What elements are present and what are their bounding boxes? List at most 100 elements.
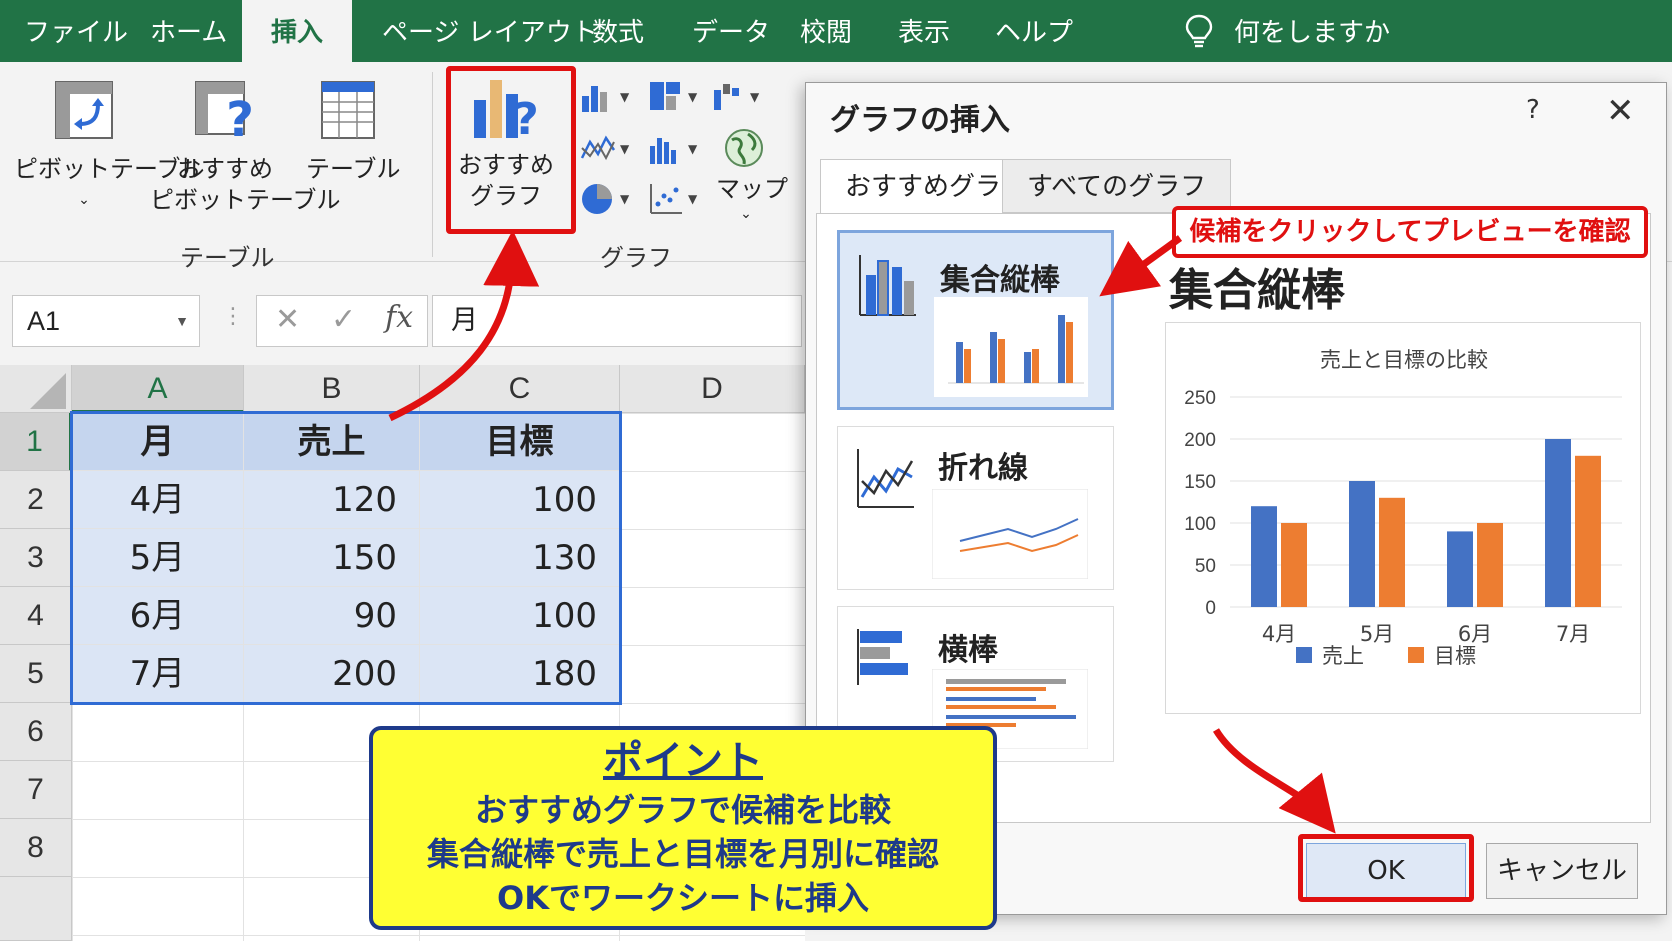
recommended-pivot-icon: ? [195,81,254,148]
clustered-column-icon [859,255,916,316]
row-header-8[interactable]: 8 [0,819,72,877]
svg-text:?: ? [226,92,254,142]
preview-chart-svg: 売上と目標の比較 0 50 100 150 200 250 4月 5月 6月 7月売上 目標 [1184,348,1622,668]
confirm-edit-icon[interactable]: ✓ [331,302,356,337]
ribbon-separator [432,72,433,257]
legend-swatch [1408,647,1424,663]
tab-help[interactable]: ヘルプ [995,0,1073,62]
line-chart-icon [857,449,914,508]
y-tick-label: 250 [1184,388,1216,409]
column-chart-icon[interactable] [580,80,616,114]
statistic-chart-icon[interactable] [648,132,684,166]
chart-option-name: 折れ線 [938,451,1028,486]
bar-売上-7月 [1545,439,1571,607]
row-header-2[interactable]: 2 [0,471,72,529]
map-label: マップ [716,175,788,203]
tab-data[interactable]: データ [692,0,770,62]
x-tick-label: 7月 [1556,622,1590,646]
point-line-3: OKでワークシートに挿入 [496,879,869,917]
tab-insert[interactable]: 挿入 [242,0,352,62]
chart-title: 売上と目標の比較 [1320,348,1488,372]
recommended-pivot-label-1: おすすめ [177,155,273,183]
row-header-4[interactable]: 4 [0,587,72,645]
pivot-table-button[interactable]: ピボットテーブル ⌄ [14,80,205,216]
y-tick-label: 0 [1205,598,1216,619]
y-tick-label: 150 [1184,472,1216,493]
bar-目標-6月 [1477,523,1503,607]
tab-review[interactable]: 校閲 [800,0,852,62]
x-tick-label: 5月 [1360,622,1394,646]
chevron-down-icon[interactable]: ▼ [175,296,189,346]
chevron-down-icon[interactable]: ▼ [688,90,697,104]
legend-label: 売上 [1322,644,1364,668]
cancel-button[interactable]: キャンセル [1486,843,1638,899]
legend-swatch [1296,647,1312,663]
column-d-cells[interactable] [620,413,805,703]
tab-file[interactable]: ファイル [24,0,128,62]
point-note: ポイント おすすめグラフで候補を比較 集合縦棒で売上と目標を月別に確認 OKでワ… [369,726,997,930]
name-box-value: A1 [27,306,61,336]
row-header-1[interactable]: 1 [0,413,72,471]
formula-input[interactable]: 月 [432,295,802,347]
column-header-c[interactable]: C [420,365,620,413]
chevron-down-icon[interactable]: ▼ [688,192,697,206]
tab-all-charts[interactable]: すべてのグラフ [1002,159,1232,213]
hierarchy-chart-icon[interactable] [648,80,684,114]
recommended-pivot-button[interactable]: ? おすすめ ピボットテーブル [150,80,341,216]
line-chart-icon[interactable] [580,132,616,166]
chart-option-line[interactable]: 折れ線 [837,426,1114,590]
table-icon [321,81,375,139]
clustered-column-thumbnail [934,297,1088,397]
selection-border [70,411,622,705]
select-all-corner[interactable] [0,365,72,413]
column-header-b[interactable]: B [244,365,420,413]
chevron-down-icon[interactable]: ▼ [620,192,629,206]
row-header-6[interactable]: 6 [0,703,72,761]
preview-title: 集合縦棒 [1169,265,1345,316]
highlight-recommended-chart [446,66,576,234]
scatter-chart-icon[interactable] [648,182,684,216]
insert-function-icon[interactable]: fx [385,300,413,335]
pivot-table-icon [55,81,113,139]
line-chart-thumbnail [932,489,1088,579]
pivot-table-label: ピボットテーブル [14,155,205,183]
chevron-down-icon[interactable]: ▼ [688,142,697,156]
table-button[interactable]: テーブル [306,80,401,185]
map-button[interactable]: マップ ⌄ [716,174,788,223]
close-icon[interactable]: ✕ [1606,91,1635,131]
bar-売上-5月 [1349,481,1375,607]
bar-売上-6月 [1447,531,1473,607]
chevron-down-icon[interactable]: ▼ [620,142,629,156]
point-title: ポイント [603,738,763,784]
column-header-a[interactable]: A [72,365,244,413]
chevron-down-icon: ⌄ [740,206,752,222]
chart-option-clustered-column[interactable]: 集合縦棒 [837,230,1114,410]
pie-chart-icon[interactable] [580,182,616,216]
tab-page-layout[interactable]: ページ レイアウト [382,0,598,62]
tab-formulas[interactable]: 数式 [592,0,644,62]
highlight-ok-button [1298,834,1474,902]
row-header-7[interactable]: 7 [0,761,72,819]
grip-dots-icon: ⋮ [222,304,244,329]
name-box[interactable]: A1 ▼ [12,295,200,347]
legend-label: 目標 [1434,644,1476,668]
row-header-9[interactable] [0,877,72,941]
row-header-3[interactable]: 3 [0,529,72,587]
chevron-down-icon[interactable]: ▼ [750,90,759,104]
tell-me-search[interactable]: 何をしますか [1234,0,1390,62]
tab-view[interactable]: 表示 [898,0,950,62]
group-label-chart: グラフ [600,244,672,272]
chart-option-name: 横棒 [938,633,998,668]
waterfall-chart-icon[interactable] [712,80,748,114]
gridline [243,703,244,941]
column-header-d[interactable]: D [620,365,805,413]
tab-home[interactable]: ホーム [150,0,227,62]
row-header-5[interactable]: 5 [0,645,72,703]
y-tick-label: 50 [1195,556,1216,577]
help-icon[interactable]: ? [1526,95,1540,125]
map-globe-icon[interactable] [722,126,766,170]
formula-buttons: ✕ ✓ fx [256,295,428,347]
cancel-edit-icon[interactable]: ✕ [275,302,300,337]
x-tick-label: 6月 [1458,622,1492,646]
chevron-down-icon[interactable]: ▼ [620,90,629,104]
